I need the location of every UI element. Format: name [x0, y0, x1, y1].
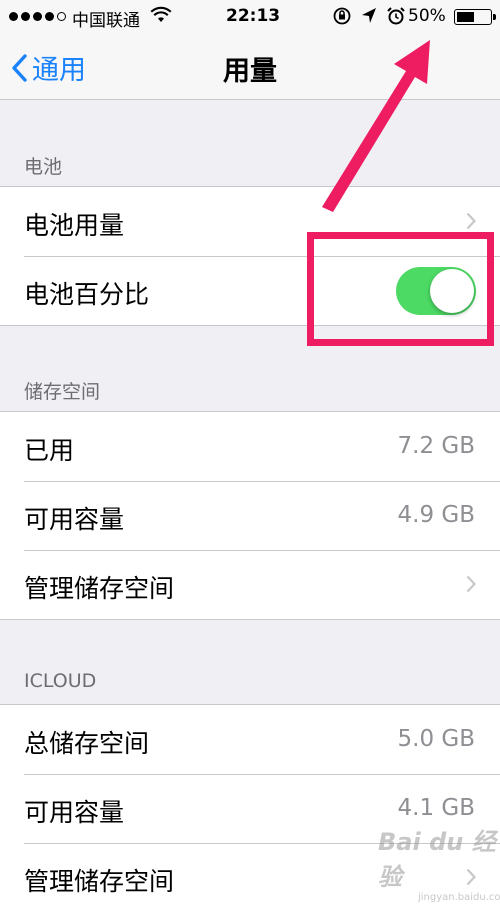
row-label: 可用容量: [24, 798, 125, 827]
manage-storage-row[interactable]: 管理储存空间: [0, 550, 500, 619]
storage-available-row: 可用容量 4.9 GB: [0, 481, 500, 550]
location-arrow-icon: [360, 6, 378, 31]
carrier-name: 中国联通: [72, 11, 140, 31]
row-label: 可用容量: [24, 505, 125, 534]
section-header-battery: 电池: [24, 156, 63, 178]
annotation-highlight-box: [307, 232, 494, 346]
battery-percentage: 50%: [408, 6, 446, 26]
row-label: 管理储存空间: [24, 574, 175, 603]
battery-icon: [454, 9, 496, 25]
watermark-logo: Bai du 经验: [378, 828, 496, 891]
row-value: 7.2 GB: [397, 433, 476, 459]
page-title: 用量: [223, 56, 277, 87]
row-label: 已用: [24, 436, 75, 465]
status-time: 22:13: [226, 6, 281, 26]
row-value: 5.0 GB: [397, 726, 476, 752]
wifi-icon: [150, 6, 172, 29]
chevron-right-icon: [466, 212, 477, 234]
storage-used-row: 已用 7.2 GB: [0, 412, 500, 481]
status-bar: 中国联通 22:13 50%: [0, 0, 500, 34]
row-label: 管理储存空间: [24, 867, 175, 896]
rotation-lock-icon: [332, 6, 352, 31]
row-label: 电池用量: [24, 211, 125, 240]
row-label: 总储存空间: [24, 729, 150, 758]
row-label: 电池百分比: [24, 280, 150, 309]
signal-strength-icon: [9, 12, 66, 21]
section-header-storage: 储存空间: [24, 381, 101, 403]
chevron-right-icon: [466, 575, 477, 597]
row-value: 4.9 GB: [397, 502, 476, 528]
navigation-bar: 通用 用量: [0, 34, 500, 100]
watermark-url: jingyan.baidu.com: [418, 892, 500, 903]
icloud-total-storage-row: 总储存空间 5.0 GB: [0, 705, 500, 774]
section-header-icloud: ICLOUD: [24, 670, 97, 692]
watermark: Bai du 经验 jingyan.baidu.com: [378, 822, 500, 903]
storage-group: 已用 7.2 GB 可用容量 4.9 GB 管理储存空间: [0, 411, 500, 620]
row-value: 4.1 GB: [397, 795, 476, 821]
alarm-icon: [386, 6, 406, 31]
